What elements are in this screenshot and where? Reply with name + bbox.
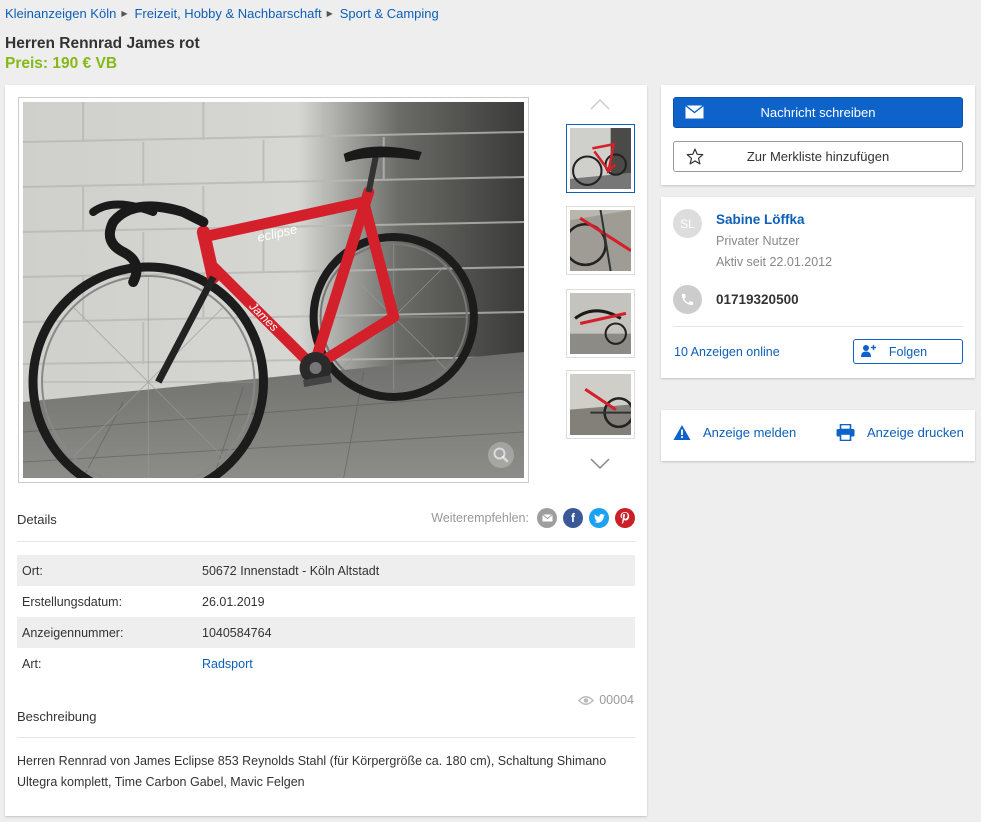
detail-key: Erstellungsdatum: [22,594,123,609]
detail-value: 1040584764 [202,625,272,640]
seller-card: SL Sabine Löffka Privater Nutzer Aktiv s… [661,197,975,378]
thumbnail-3[interactable] [566,289,635,358]
add-user-icon [861,345,876,357]
printer-icon [836,424,855,441]
send-message-button[interactable]: Nachricht schreiben [673,97,963,128]
pinterest-icon[interactable] [615,508,635,528]
breadcrumb-item-category[interactable]: Freizeit, Hobby & Nachbarschaft [134,6,321,21]
detail-key: Ort: [22,563,43,578]
phone-number[interactable]: 01719320500 [716,292,799,307]
detail-row-type: Art: Radsport [17,648,635,679]
thumbnail-2[interactable] [566,206,635,275]
add-to-watchlist-button[interactable]: Zur Merkliste hinzufügen [673,141,963,172]
contact-card: Nachricht schreiben Zur Merkliste hinzuf… [661,85,975,185]
description-text: Herren Rennrad von James Eclipse 853 Rey… [17,754,607,789]
twitter-icon[interactable] [589,508,609,528]
print-ad-button[interactable]: Anzeige drucken [836,424,964,441]
envelope-icon [685,105,704,119]
seller-divider [673,326,963,327]
thumbnail-1[interactable] [566,124,635,193]
phone-icon [673,285,702,314]
detail-type-link[interactable]: Radsport [202,657,253,671]
seller-name-link[interactable]: Sabine Löffka [716,212,805,227]
report-ad-label: Anzeige melden [703,425,797,440]
share-label: Weiterempfehlen: [431,511,529,525]
facebook-icon[interactable]: f [563,508,583,528]
thumbnail-4[interactable] [566,370,635,439]
star-icon [686,148,704,165]
watchlist-label: Zur Merkliste hinzufügen [746,149,890,164]
main-photo[interactable]: eclipse James [18,97,529,483]
breadcrumb-item-city[interactable]: Kleinanzeigen Köln [5,6,116,21]
avatar: SL [673,209,702,238]
bicycle-photo: eclipse James [23,102,524,478]
listing-price: Preis: 190 € VB [5,55,118,72]
warning-icon [673,425,691,440]
breadcrumb-separator-icon: ▶ [121,9,128,18]
seller-type: Privater Nutzer [716,234,800,248]
details-divider [17,541,635,542]
detail-row-ad-number: Anzeigennummer: 1040584764 [17,617,635,648]
share-bar: Weiterempfehlen: f [431,508,635,528]
listing-title: Herren Rennrad James rot [5,35,200,52]
breadcrumb: Kleinanzeigen Köln ▶ Freizeit, Hobby & N… [5,6,439,21]
detail-key: Art: [22,656,42,671]
detail-value: 50672 Innenstadt - Köln Altstadt [202,563,380,578]
listing-main-card: eclipse James Details Weiterempfehlen: f… [5,85,647,816]
description-heading: Beschreibung [17,709,97,724]
breadcrumb-separator-icon: ▶ [326,9,333,18]
view-count: 00004 [599,693,634,707]
thumbnails-down-icon[interactable] [590,457,610,471]
view-counter: 00004 [578,693,634,707]
detail-row-created: Erstellungsdatum: 26.01.2019 [17,586,635,617]
email-icon[interactable] [537,508,557,528]
seller-active-since: Aktiv seit 22.01.2012 [716,255,833,269]
eye-icon [578,695,595,705]
report-ad-button[interactable]: Anzeige melden [673,424,796,441]
zoom-icon[interactable] [488,442,514,468]
ad-tools-card: Anzeige melden Anzeige drucken [661,410,975,461]
breadcrumb-item-subcategory[interactable]: Sport & Camping [340,6,439,21]
detail-row-location: Ort: 50672 Innenstadt - Köln Altstadt [17,555,635,586]
follow-button[interactable]: Folgen [853,339,963,364]
details-heading: Details [17,512,57,527]
detail-key: Anzeigennummer: [22,625,124,640]
thumbnails-up-icon[interactable] [590,97,610,111]
print-ad-label: Anzeige drucken [867,425,964,440]
seller-ads-link[interactable]: 10 Anzeigen online [674,345,780,359]
send-message-label: Nachricht schreiben [760,105,876,120]
follow-label: Folgen [888,344,928,359]
description-divider [17,737,635,738]
detail-value: 26.01.2019 [202,594,265,609]
